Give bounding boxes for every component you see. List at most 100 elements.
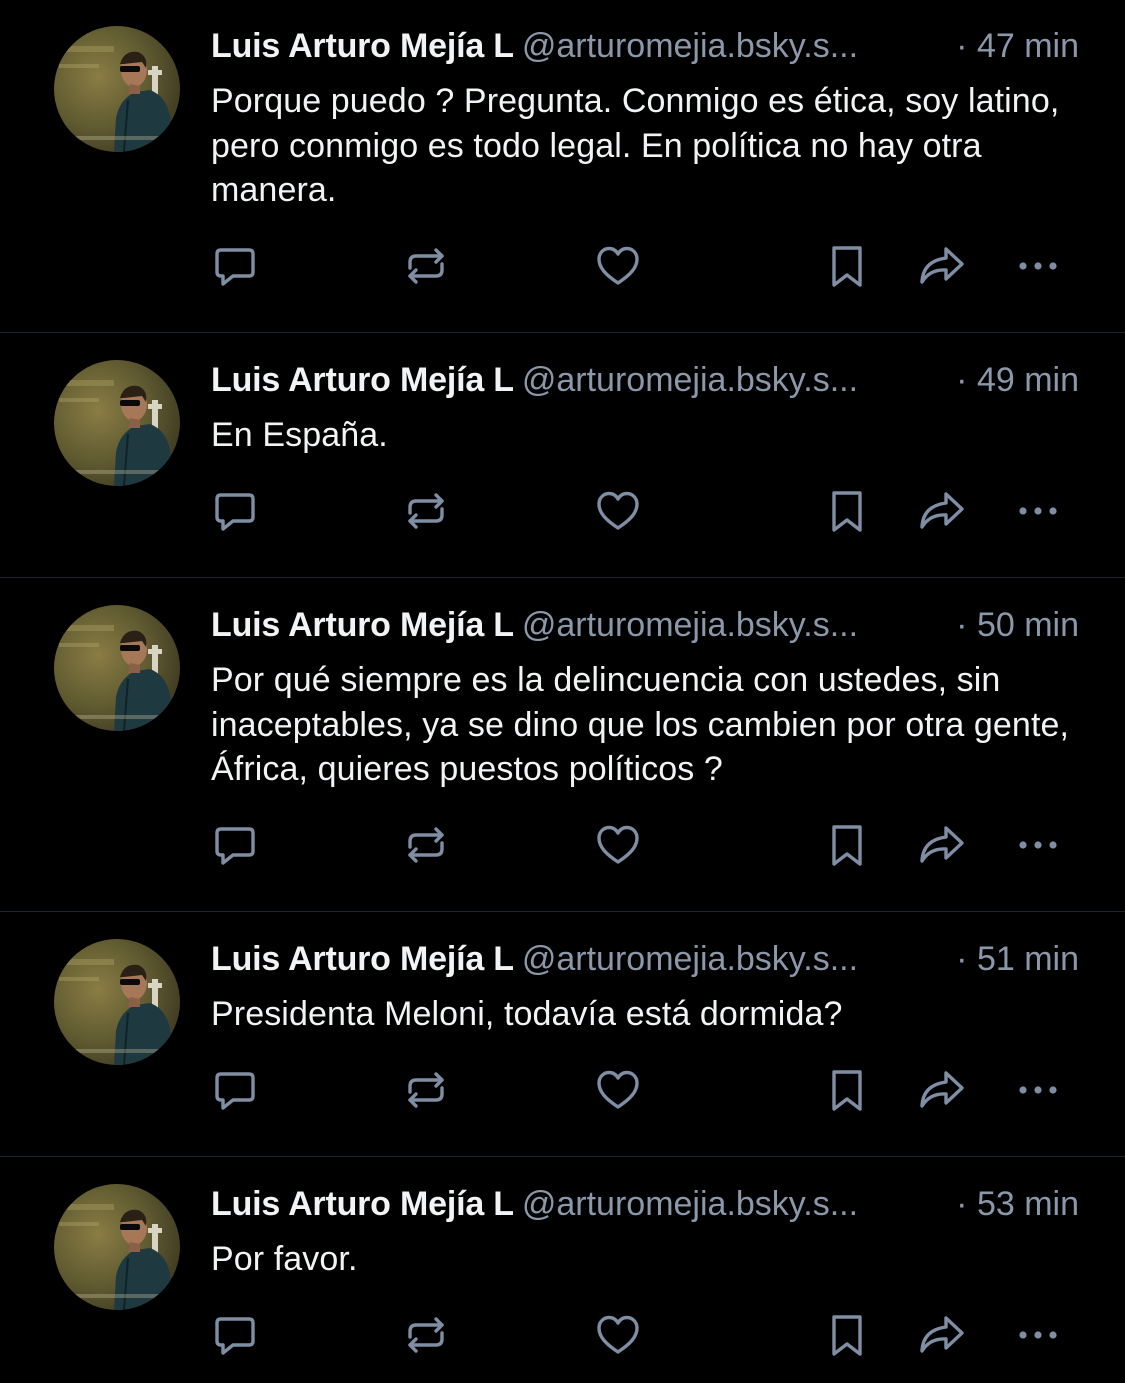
post-header: Luis Arturo Mejía L @arturomejia.bsky.s..… [211, 24, 1079, 68]
post-text: Por favor. [211, 1240, 358, 1278]
post-text: Porque puedo ? Pregunta. Conmigo es étic… [211, 82, 1060, 209]
share-button[interactable] [915, 241, 969, 291]
share-button[interactable] [915, 820, 969, 870]
avatar-photo [54, 939, 180, 1065]
bookmark-button[interactable] [820, 1065, 874, 1115]
reply-icon [211, 1066, 259, 1114]
author-name[interactable]: Luis Arturo Mejía L [211, 1185, 514, 1223]
post-timestamp[interactable]: · 53 min [956, 1182, 1079, 1226]
bookmark-button[interactable] [820, 820, 874, 870]
post-actions [208, 1065, 1078, 1115]
post-header: Luis Arturo Mejía L @arturomejia.bsky.s..… [211, 603, 1079, 647]
reply-button[interactable] [208, 241, 262, 291]
avatar-photo [54, 26, 180, 152]
bookmark-button[interactable] [820, 241, 874, 291]
share-button[interactable] [915, 486, 969, 536]
bookmark-icon [823, 487, 871, 535]
reply-icon [211, 1311, 259, 1359]
author-handle[interactable]: @arturomejia.bsky.s... [522, 606, 858, 644]
author-handle[interactable]: @arturomejia.bsky.s... [522, 27, 858, 65]
author-handle[interactable]: @arturomejia.bsky.s... [522, 1185, 858, 1223]
more-icon [1014, 242, 1062, 290]
repost-button[interactable] [399, 820, 453, 870]
more-icon [1014, 1066, 1062, 1114]
repost-icon [402, 242, 450, 290]
reply-button[interactable] [208, 820, 262, 870]
post-text: Por qué siempre es la delincuencia con u… [211, 661, 1070, 788]
like-icon [594, 1311, 642, 1359]
avatar-photo [54, 605, 180, 731]
repost-icon [402, 1066, 450, 1114]
post-text: Presidenta Meloni, todavía está dormida? [211, 995, 843, 1033]
bookmark-button[interactable] [820, 486, 874, 536]
reply-icon [211, 821, 259, 869]
post-timestamp[interactable]: · 51 min [956, 937, 1079, 981]
post-actions [208, 1310, 1078, 1360]
post-timestamp[interactable]: · 47 min [956, 24, 1079, 68]
avatar-photo [54, 360, 180, 486]
more-options-button[interactable] [1011, 1065, 1065, 1115]
post-text: En España. [211, 416, 388, 454]
post-timestamp[interactable]: · 49 min [956, 358, 1079, 402]
post-actions [208, 486, 1078, 536]
repost-button[interactable] [399, 1065, 453, 1115]
post-actions [208, 820, 1078, 870]
post[interactable]: Luis Arturo Mejía L @arturomejia.bsky.s..… [0, 913, 1125, 1157]
repost-icon [402, 1311, 450, 1359]
author-handle[interactable]: @arturomejia.bsky.s... [522, 361, 858, 399]
like-button[interactable] [591, 241, 645, 291]
post-actions [208, 241, 1078, 291]
repost-icon [402, 821, 450, 869]
repost-button[interactable] [399, 486, 453, 536]
author-name[interactable]: Luis Arturo Mejía L [211, 606, 514, 644]
repost-button[interactable] [399, 1310, 453, 1360]
share-icon [916, 242, 968, 290]
avatar[interactable] [54, 1184, 180, 1310]
more-icon [1014, 821, 1062, 869]
author-name[interactable]: Luis Arturo Mejía L [211, 361, 514, 399]
repost-button[interactable] [399, 241, 453, 291]
bookmark-icon [823, 1311, 871, 1359]
avatar[interactable] [54, 360, 180, 486]
more-options-button[interactable] [1011, 1310, 1065, 1360]
reply-icon [211, 487, 259, 535]
reply-button[interactable] [208, 1065, 262, 1115]
bookmark-icon [823, 1066, 871, 1114]
more-options-button[interactable] [1011, 486, 1065, 536]
like-button[interactable] [591, 1310, 645, 1360]
post-header: Luis Arturo Mejía L @arturomejia.bsky.s..… [211, 358, 1079, 402]
more-icon [1014, 487, 1062, 535]
avatar[interactable] [54, 939, 180, 1065]
avatar-photo [54, 1184, 180, 1310]
like-icon [594, 821, 642, 869]
author-handle[interactable]: @arturomejia.bsky.s... [522, 940, 858, 978]
reply-icon [211, 242, 259, 290]
share-icon [916, 1311, 968, 1359]
post-feed: Luis Arturo Mejía L @arturomejia.bsky.s..… [0, 0, 1125, 1383]
post-header: Luis Arturo Mejía L @arturomejia.bsky.s..… [211, 937, 1079, 981]
share-button[interactable] [915, 1310, 969, 1360]
like-button[interactable] [591, 1065, 645, 1115]
share-icon [916, 1066, 968, 1114]
post-header: Luis Arturo Mejía L @arturomejia.bsky.s..… [211, 1182, 1079, 1226]
author-name[interactable]: Luis Arturo Mejía L [211, 27, 514, 65]
post[interactable]: Luis Arturo Mejía L @arturomejia.bsky.s..… [0, 579, 1125, 912]
more-options-button[interactable] [1011, 820, 1065, 870]
like-icon [594, 487, 642, 535]
more-options-button[interactable] [1011, 241, 1065, 291]
author-name[interactable]: Luis Arturo Mejía L [211, 940, 514, 978]
avatar[interactable] [54, 605, 180, 731]
share-button[interactable] [915, 1065, 969, 1115]
post[interactable]: Luis Arturo Mejía L @arturomejia.bsky.s..… [0, 0, 1125, 333]
bookmark-button[interactable] [820, 1310, 874, 1360]
reply-button[interactable] [208, 486, 262, 536]
post[interactable]: Luis Arturo Mejía L @arturomejia.bsky.s..… [0, 1158, 1125, 1383]
post-timestamp[interactable]: · 50 min [956, 603, 1079, 647]
share-icon [916, 487, 968, 535]
post[interactable]: Luis Arturo Mejía L @arturomejia.bsky.s..… [0, 334, 1125, 578]
avatar[interactable] [54, 26, 180, 152]
more-icon [1014, 1311, 1062, 1359]
reply-button[interactable] [208, 1310, 262, 1360]
like-button[interactable] [591, 486, 645, 536]
like-button[interactable] [591, 820, 645, 870]
